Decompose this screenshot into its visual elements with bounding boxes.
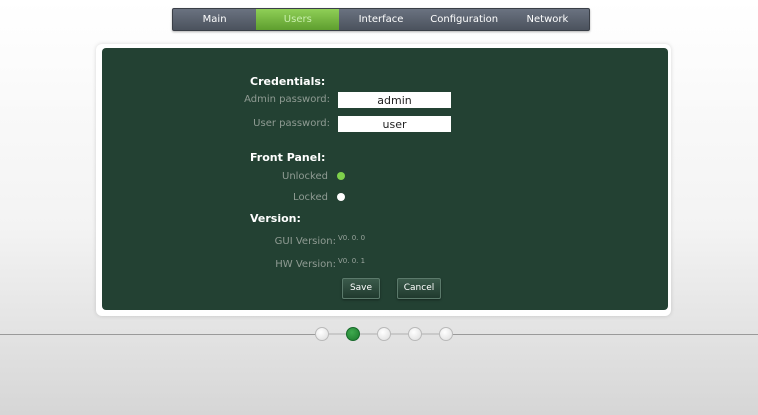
unlocked-label: Unlocked	[282, 171, 328, 182]
save-button[interactable]: Save	[342, 278, 380, 299]
page-dot-3[interactable]	[377, 327, 391, 341]
users-settings-panel	[102, 48, 668, 310]
credentials-heading: Credentials:	[250, 75, 326, 88]
user-password-label: User password:	[253, 118, 330, 129]
gui-version-value: V0. 0. 0	[338, 234, 366, 242]
user-password-field[interactable]	[338, 116, 451, 132]
version-heading: Version:	[250, 212, 301, 225]
unlocked-radio[interactable]	[337, 172, 345, 180]
admin-password-field[interactable]	[338, 92, 451, 108]
tab-network[interactable]: Network	[506, 9, 589, 30]
tab-configuration[interactable]: Configuration	[423, 9, 506, 30]
front-panel-heading: Front Panel:	[250, 151, 326, 164]
cancel-button[interactable]: Cancel	[397, 278, 441, 299]
tab-main[interactable]: Main	[173, 9, 256, 30]
page-dot-2[interactable]	[346, 327, 360, 341]
page-dot-4[interactable]	[408, 327, 422, 341]
tab-users[interactable]: Users	[256, 9, 340, 30]
admin-password-label: Admin password:	[244, 94, 330, 105]
page-dot-5[interactable]	[439, 327, 453, 341]
hw-version-label: HW Version:	[275, 259, 336, 270]
page-indicator	[0, 327, 758, 341]
locked-label: Locked	[293, 192, 328, 203]
top-navigation: Main Users Interface Configuration Netwo…	[172, 8, 590, 31]
gui-version-label: GUI Version:	[274, 236, 336, 247]
tab-interface[interactable]: Interface	[339, 9, 422, 30]
locked-radio[interactable]	[337, 193, 345, 201]
hw-version-value: V0. 0. 1	[338, 257, 366, 265]
page-dot-1[interactable]	[315, 327, 329, 341]
